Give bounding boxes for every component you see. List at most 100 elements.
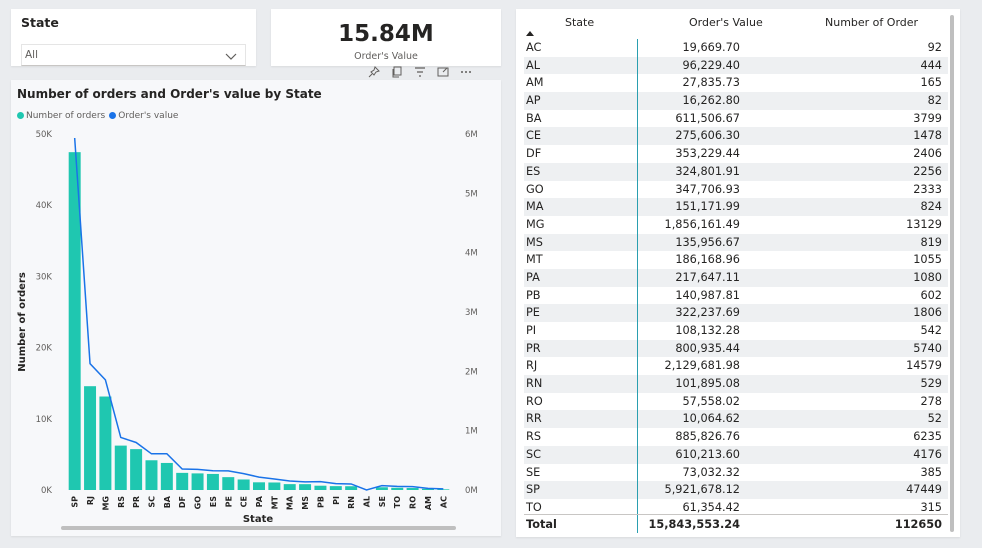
- table-row[interactable]: RO 57,558.02 278: [524, 393, 948, 411]
- table-row[interactable]: PE 322,237.69 1806: [524, 304, 948, 322]
- y-tick-left: 10K: [36, 415, 53, 425]
- table-row[interactable]: AC 19,669.70 92: [524, 39, 948, 57]
- x-tick-label: PA: [255, 495, 264, 507]
- table-row[interactable]: GO 347,706.93 2333: [524, 181, 948, 199]
- bar: [375, 487, 388, 490]
- vertical-scrollbar[interactable]: [950, 15, 954, 532]
- x-tick-label: AL: [363, 496, 372, 507]
- table-row[interactable]: SC 610,213.60 4176: [524, 445, 948, 464]
- cell-orders-value: 347,706.93: [675, 182, 740, 196]
- total-number-of-order: 112650: [894, 518, 942, 531]
- bar: [206, 473, 219, 490]
- table-row[interactable]: AM 27,835.73 165: [524, 74, 948, 92]
- cell-state: AP: [526, 94, 541, 108]
- table-row[interactable]: MT 186,168.96 1055: [524, 251, 948, 269]
- x-tick-label: BA: [163, 495, 172, 508]
- cell-number-of-order: 5740: [913, 341, 942, 355]
- cell-orders-value: 186,168.96: [675, 253, 740, 267]
- dropdown-value: All: [25, 49, 39, 61]
- table-row[interactable]: RS 885,826.76 6235: [524, 428, 948, 446]
- x-tick-label: PR: [132, 496, 141, 508]
- table-row[interactable]: PR 800,935.44 5740: [524, 339, 948, 358]
- table-row[interactable]: RJ 2,129,681.98 14579: [524, 357, 948, 375]
- cell-orders-value: 57,558.02: [682, 394, 741, 408]
- visual-header: [368, 64, 502, 80]
- table-row[interactable]: MA 151,171.99 824: [524, 198, 948, 216]
- cell-state: PB: [526, 288, 541, 302]
- state-dropdown[interactable]: All: [21, 44, 246, 66]
- table-row[interactable]: AL 96,229.40 444: [524, 56, 948, 75]
- cell-orders-value: 324,801.91: [675, 164, 740, 178]
- table-row[interactable]: DF 353,229.44 2406: [524, 145, 948, 163]
- cell-state: AM: [526, 76, 544, 90]
- x-tick-label: PB: [316, 496, 325, 508]
- horizontal-scrollbar: [61, 526, 456, 530]
- cell-state: TO: [526, 500, 542, 514]
- x-tick-label: SC: [147, 496, 156, 508]
- cell-state: BA: [526, 111, 542, 125]
- cell-orders-value: 101,895.08: [675, 377, 740, 391]
- cell-number-of-order: 6235: [913, 430, 942, 444]
- cell-orders-value: 140,987.81: [675, 288, 740, 302]
- cell-orders-value: 275,606.30: [675, 129, 740, 143]
- x-tick-label: PI: [332, 496, 341, 505]
- focus-mode-icon[interactable]: [437, 66, 449, 78]
- table-row[interactable]: MG 1,856,161.49 13129: [524, 216, 948, 234]
- combo-chart[interactable]: Number of orders and Order's value by St…: [11, 80, 501, 536]
- cell-orders-value: 19,669.70: [682, 41, 741, 54]
- x-tick-label: SP: [71, 496, 80, 508]
- more-options-icon[interactable]: [460, 66, 472, 78]
- cell-orders-value: 885,826.76: [675, 430, 740, 444]
- cell-number-of-order: 13129: [906, 217, 942, 231]
- table-body: AC 19,669.70 92 AL 96,229.40 444 AM 27,835.73 16…: [524, 39, 948, 517]
- x-tick-label: RO: [409, 496, 418, 509]
- pin-icon[interactable]: [368, 66, 380, 78]
- bar: [160, 462, 173, 490]
- column-header-number-of-order[interactable]: Number of Order: [825, 16, 918, 29]
- table-row[interactable]: SP 5,921,678.12 47449: [524, 481, 948, 499]
- cell-orders-value: 151,171.99: [675, 200, 740, 214]
- cell-orders-value: 108,132.28: [675, 324, 740, 337]
- cell-number-of-order: 1478: [913, 129, 942, 143]
- table-row[interactable]: SE 73,032.32 385: [524, 464, 948, 482]
- table-row[interactable]: RN 101,895.08 529: [524, 375, 948, 393]
- cell-state: PE: [526, 306, 540, 320]
- table-row[interactable]: CE 275,606.30 1478: [524, 127, 948, 146]
- cell-number-of-order: 92: [927, 41, 942, 54]
- column-header-orders-value[interactable]: Order's Value: [689, 16, 763, 29]
- table-row[interactable]: RR 10,064.62 52: [524, 410, 948, 429]
- table-row[interactable]: PA 217,647.11 1080: [524, 268, 948, 287]
- bar: [283, 484, 296, 490]
- table-row[interactable]: BA 611,506.67 3799: [524, 110, 948, 128]
- table-row[interactable]: AP 16,262.80 82: [524, 92, 948, 110]
- total-orders-value: 15,843,553.24: [648, 518, 740, 531]
- cell-number-of-order: 4176: [913, 447, 942, 461]
- cell-number-of-order: 602: [920, 288, 942, 302]
- copy-icon[interactable]: [391, 66, 403, 78]
- cell-state: RS: [526, 430, 542, 444]
- cell-state: SP: [526, 483, 540, 497]
- y-tick-right: 3M: [465, 308, 478, 318]
- filter-icon[interactable]: [414, 66, 426, 78]
- table-row[interactable]: MS 135,956.67 819: [524, 233, 948, 252]
- cell-orders-value: 800,935.44: [675, 341, 740, 355]
- cell-number-of-order: 47449: [906, 483, 942, 497]
- column-header-state[interactable]: State: [565, 16, 594, 29]
- cell-state: SE: [526, 465, 541, 479]
- cell-number-of-order: 1806: [913, 306, 942, 320]
- cell-orders-value: 5,921,678.12: [664, 483, 740, 497]
- x-tick-label: RJ: [86, 496, 95, 505]
- cell-state: GO: [526, 182, 544, 196]
- table-row[interactable]: PB 140,987.81 602: [524, 287, 948, 305]
- table-header: State Order's Value Number of Order: [524, 9, 948, 39]
- cell-orders-value: 610,213.60: [675, 447, 740, 461]
- bar: [130, 449, 143, 490]
- kpi-label: Order's Value: [354, 51, 418, 62]
- cell-state: RJ: [526, 359, 538, 373]
- table-row[interactable]: ES 324,801.91 2256: [524, 162, 948, 181]
- cell-state: AC: [526, 41, 542, 54]
- y-tick-right: 1M: [465, 427, 478, 437]
- cell-number-of-order: 3799: [913, 111, 942, 125]
- cell-state: CE: [526, 129, 542, 143]
- table-row[interactable]: PI 108,132.28 542: [524, 322, 948, 340]
